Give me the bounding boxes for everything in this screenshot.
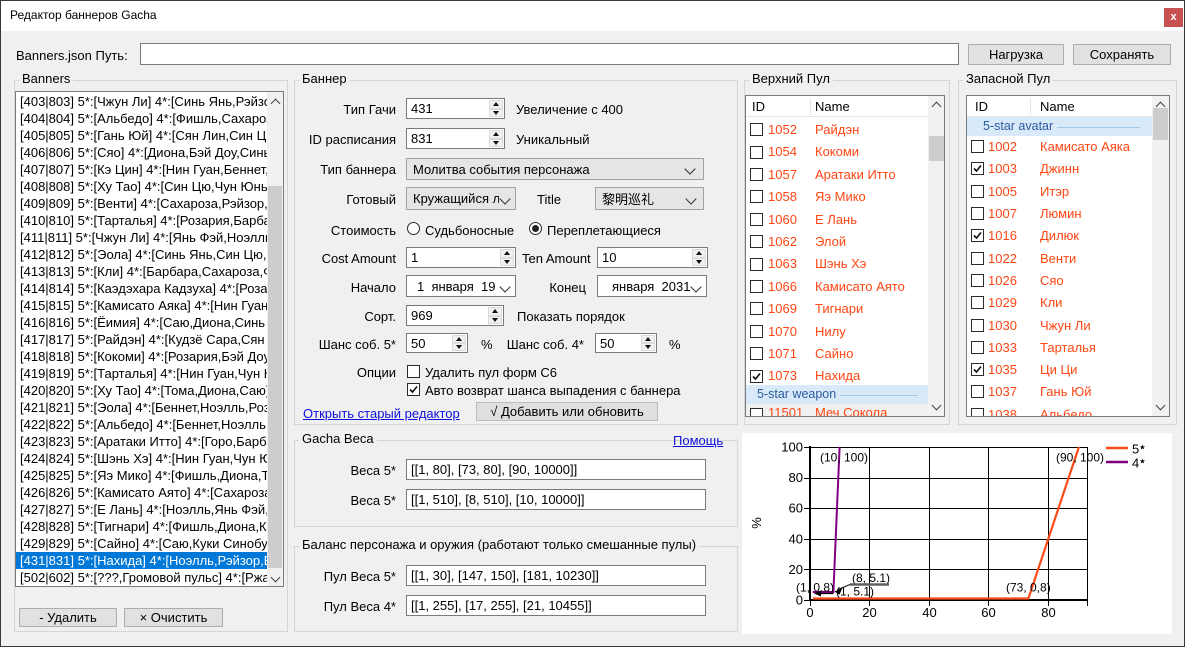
svg-text:80: 80: [789, 470, 803, 485]
svg-text:%: %: [749, 517, 764, 529]
svg-text:(73, 0,8): (73, 0,8): [1006, 581, 1051, 595]
svg-text:40: 40: [922, 605, 936, 620]
svg-text:(10, 100): (10, 100): [820, 451, 868, 465]
svg-text:4★: 4★: [1132, 456, 1146, 471]
svg-text:(1, 0.8): (1, 0.8): [796, 581, 834, 595]
svg-text:0: 0: [806, 605, 813, 620]
svg-text:60: 60: [981, 605, 995, 620]
svg-text:100: 100: [781, 440, 803, 455]
svg-text:60: 60: [789, 501, 803, 516]
svg-text:20: 20: [862, 605, 876, 620]
svg-text:(90, 100): (90, 100): [1056, 451, 1104, 465]
svg-text:5★: 5★: [1132, 442, 1146, 457]
svg-text:(1, 5.1): (1, 5.1): [836, 585, 874, 599]
svg-text:40: 40: [789, 531, 803, 546]
svg-text:20: 20: [789, 562, 803, 577]
svg-text:(8, 5.1): (8, 5.1): [852, 571, 890, 585]
svg-text:80: 80: [1041, 605, 1055, 620]
svg-text:0: 0: [796, 593, 803, 608]
